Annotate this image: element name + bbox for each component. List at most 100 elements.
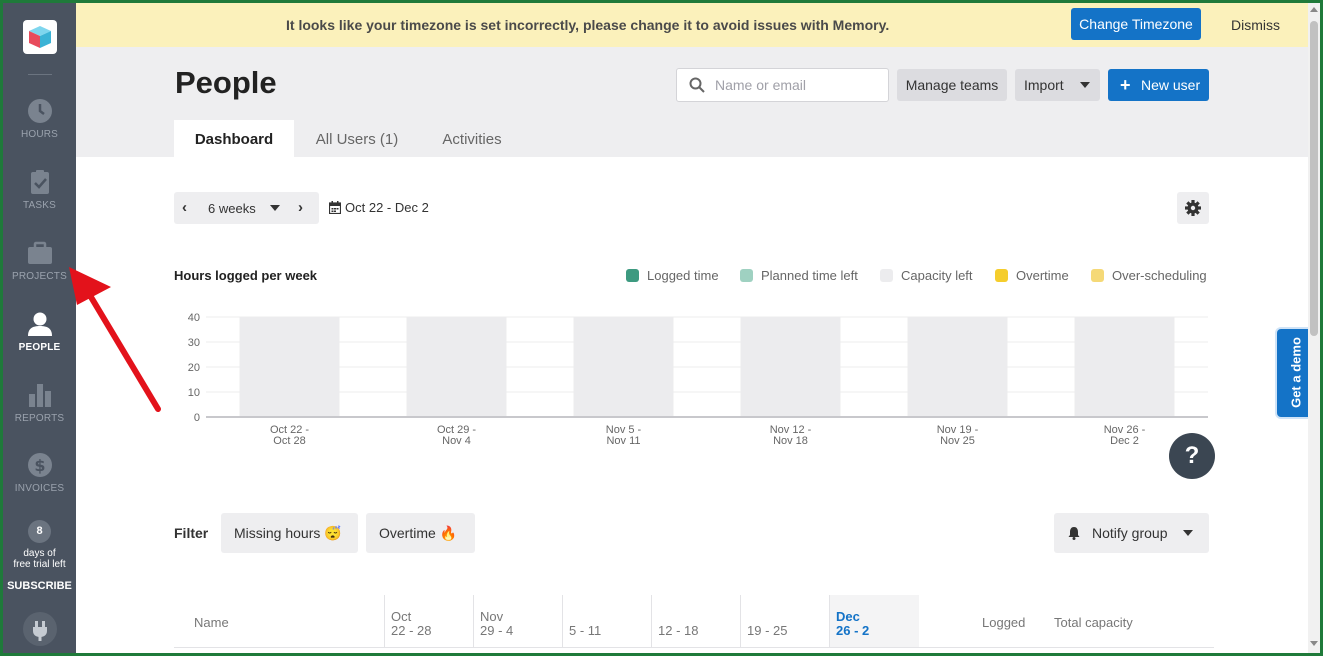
settings-button[interactable] xyxy=(1177,192,1209,224)
plus-icon: + xyxy=(1120,75,1131,95)
tab-activities[interactable]: Activities xyxy=(422,120,522,160)
sidebar-item-hours[interactable]: HOURS xyxy=(3,98,76,158)
header-label: Logged xyxy=(982,615,1026,630)
clipboard-check-icon xyxy=(31,170,49,194)
table-header-capacity[interactable]: Total capacity xyxy=(1048,595,1168,647)
timezone-banner: It looks like your timezone is set incor… xyxy=(76,3,1308,47)
get-a-demo-tab[interactable]: Get a demo xyxy=(1275,327,1308,419)
app-logo[interactable] xyxy=(23,20,57,54)
page-scrollbar[interactable] xyxy=(1308,3,1320,653)
scrollbar-thumb[interactable] xyxy=(1310,21,1318,336)
sidebar-divider xyxy=(28,74,52,75)
legend-swatch xyxy=(626,269,639,282)
header-days: 5 - 11 xyxy=(569,623,602,638)
missing-hours-filter[interactable]: Missing hours 😴 xyxy=(221,513,358,553)
table-header-week-current[interactable]: Dec 26 - 2 xyxy=(829,595,919,647)
hours-bar-chart: 010203040Oct 22 -Oct 28Oct 29 -Nov 4Nov … xyxy=(188,312,1208,447)
header-month: Dec xyxy=(836,609,860,624)
dashboard-content: ‹ 6 weeks › Oct 22 - Dec 2 Hours logged xyxy=(76,157,1308,653)
page-header: People Manage teams Import + New user Da… xyxy=(76,47,1308,160)
sidebar-item-invoices[interactable]: $ INVOICES xyxy=(3,452,76,512)
bar-capacity-left xyxy=(406,317,507,417)
header-days: 29 - 4 xyxy=(480,623,514,638)
dollar-icon: $ xyxy=(28,453,52,477)
banner-message: It looks like your timezone is set incor… xyxy=(286,17,890,33)
bar-capacity-left xyxy=(740,317,841,417)
integrations-button[interactable] xyxy=(23,612,57,646)
period-dropdown[interactable]: 6 weeks xyxy=(208,201,256,216)
calendar-icon xyxy=(329,201,341,214)
table-header-week[interactable]: Nov 29 - 4 xyxy=(473,595,562,647)
legend-label: Overtime xyxy=(1016,268,1069,283)
page-title: People xyxy=(175,65,277,100)
import-button[interactable]: Import xyxy=(1015,69,1100,101)
table-header-week[interactable]: 12 - 18 xyxy=(651,595,740,647)
x-tick-label: Dec 2 xyxy=(1110,435,1139,447)
bar-capacity-left xyxy=(907,317,1008,417)
new-user-label: New user xyxy=(1141,77,1201,93)
import-label: Import xyxy=(1024,77,1064,93)
sidebar-item-label: INVOICES xyxy=(14,483,65,494)
y-tick-label: 30 xyxy=(188,337,200,349)
header-days: 26 - 2 xyxy=(836,623,870,638)
sidebar-item-label: TASKS xyxy=(22,200,57,211)
person-icon xyxy=(28,312,52,336)
period-selector: ‹ 6 weeks › xyxy=(174,192,319,224)
header-month: Oct xyxy=(391,609,412,624)
x-tick-label: Oct 28 xyxy=(273,435,305,447)
notify-group-button[interactable]: Notify group xyxy=(1054,513,1209,553)
header-days: 22 - 28 xyxy=(391,623,432,638)
scroll-up-icon[interactable] xyxy=(1310,7,1318,12)
y-tick-label: 0 xyxy=(194,412,200,424)
x-tick-label: Nov 4 xyxy=(442,435,471,447)
bar-capacity-left xyxy=(239,317,340,417)
dismiss-button[interactable]: Dismiss xyxy=(1231,17,1280,33)
caret-down-icon xyxy=(1080,82,1090,88)
sidebar-item-label: HOURS xyxy=(20,129,59,140)
sidebar-item-tasks[interactable]: TASKS xyxy=(3,169,76,229)
chevron-right-icon[interactable]: › xyxy=(298,199,303,216)
clock-icon xyxy=(28,99,52,123)
manage-teams-button[interactable]: Manage teams xyxy=(897,69,1007,101)
x-tick-label: Nov 11 xyxy=(606,435,640,447)
table-header-week[interactable]: 19 - 25 xyxy=(740,595,829,647)
overtime-filter[interactable]: Overtime 🔥 xyxy=(366,513,475,553)
table-header-week[interactable]: 5 - 11 xyxy=(562,595,651,647)
caret-down-icon xyxy=(1183,530,1193,536)
legend-label: Logged time xyxy=(647,268,719,283)
tab-all-users[interactable]: All Users (1) xyxy=(302,120,412,160)
trial-days-badge: 8 xyxy=(28,520,51,543)
scroll-down-icon[interactable] xyxy=(1310,641,1318,646)
y-tick-label: 20 xyxy=(188,362,200,374)
svg-text:$: $ xyxy=(34,456,45,475)
tab-dashboard[interactable]: Dashboard xyxy=(174,120,294,160)
bell-icon xyxy=(1068,527,1080,540)
plug-icon xyxy=(33,621,47,641)
app-window: HOURS TASKS PROJECTS PEOPLE REPORTS $ IN… xyxy=(3,3,1320,653)
date-range-text: Oct 22 - Dec 2 xyxy=(345,200,429,215)
search-input[interactable] xyxy=(715,75,880,95)
legend-swatch xyxy=(740,269,753,282)
header-days: 19 - 25 xyxy=(747,623,788,638)
header-label: Total capacity xyxy=(1054,615,1133,630)
trial-text-line: free trial left xyxy=(13,559,66,570)
trial-text: days of free trial left xyxy=(3,548,76,570)
search-box[interactable] xyxy=(676,68,889,102)
header-label: Name xyxy=(194,615,229,630)
help-button[interactable]: ? xyxy=(1169,433,1215,479)
filter-label: Filter xyxy=(174,525,209,541)
chevron-left-icon[interactable]: ‹ xyxy=(182,199,187,216)
table-header-name[interactable]: Name xyxy=(174,595,384,647)
bar-capacity-left xyxy=(573,317,674,417)
legend-swatch xyxy=(1091,269,1104,282)
x-tick-label: Nov 25 xyxy=(940,435,975,447)
legend-label: Over-scheduling xyxy=(1112,268,1207,283)
table-header-week[interactable]: Oct 22 - 28 xyxy=(384,595,473,647)
subscribe-link[interactable]: SUBSCRIBE xyxy=(3,580,76,592)
caret-down-icon[interactable] xyxy=(270,205,280,211)
y-tick-label: 10 xyxy=(188,387,200,399)
legend-label: Planned time left xyxy=(761,268,858,283)
new-user-button[interactable]: + New user xyxy=(1108,69,1209,101)
table-header-logged[interactable]: Logged xyxy=(919,595,1025,647)
change-timezone-button[interactable]: Change Timezone xyxy=(1071,8,1201,40)
